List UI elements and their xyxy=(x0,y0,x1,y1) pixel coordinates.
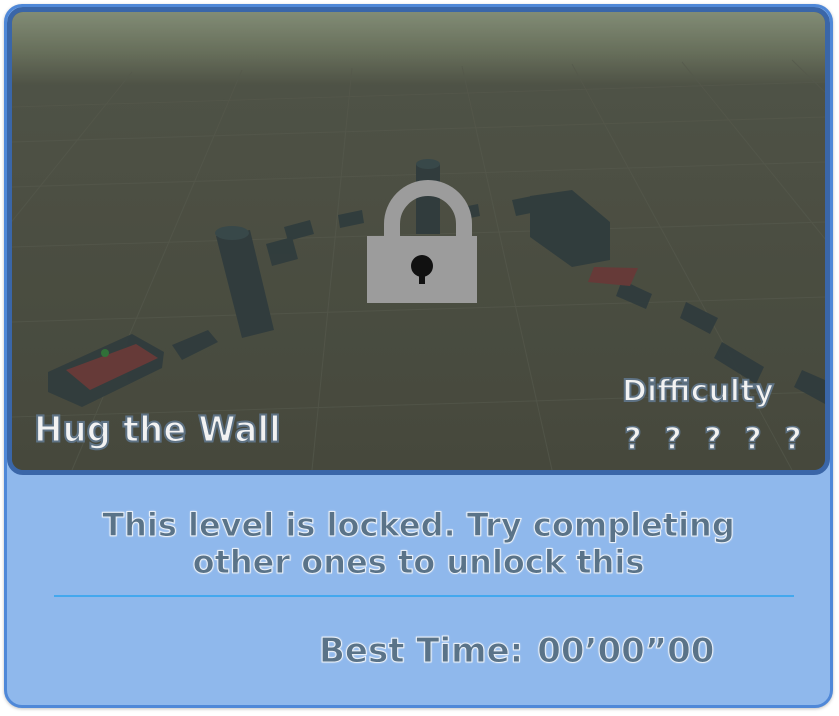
locked-message-line1: This level is locked. Try completing xyxy=(102,506,735,544)
difficulty-mark: ? xyxy=(784,421,803,458)
difficulty-rating: ? ? ? ? ? xyxy=(622,421,804,458)
divider xyxy=(54,595,794,597)
best-time-label: Best Time: xyxy=(318,631,524,672)
level-card[interactable]: Hug the Wall Difficulty ? ? ? ? ? This l… xyxy=(4,4,833,708)
best-time: Best Time: 00’00”00 xyxy=(318,631,715,672)
difficulty-mark: ? xyxy=(624,421,643,458)
locked-message: This level is locked. Try completing oth… xyxy=(7,506,830,581)
difficulty-label: Difficulty xyxy=(621,373,775,410)
best-time-value: 00’00”00 xyxy=(537,631,715,672)
locked-message-line2: other ones to unlock this xyxy=(192,543,645,581)
difficulty-mark: ? xyxy=(744,421,763,458)
difficulty-mark: ? xyxy=(704,421,723,458)
level-preview: Hug the Wall Difficulty ? ? ? ? ? xyxy=(7,7,830,475)
difficulty-mark: ? xyxy=(664,421,683,458)
level-title: Hug the Wall xyxy=(33,408,282,452)
